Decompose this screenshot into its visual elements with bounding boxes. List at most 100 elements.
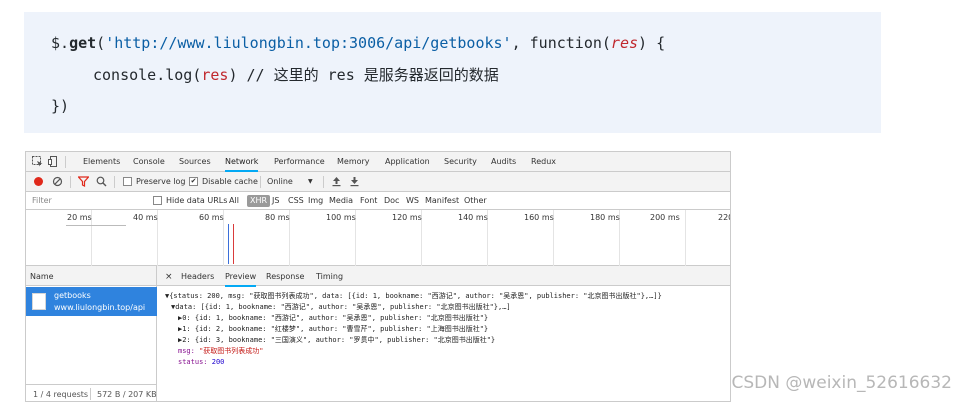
code-line-1: $.get('http://www.liulongbin.top:3006/ap…	[51, 33, 665, 53]
json-item-line[interactable]: ▶0: {id: 1, bookname: "西游记", author: "吴承…	[178, 313, 488, 324]
export-har-icon[interactable]	[349, 176, 360, 187]
code-token: $.	[51, 34, 70, 52]
tab-audits[interactable]: Audits	[491, 157, 516, 167]
tab-security[interactable]: Security	[444, 157, 477, 167]
divider	[70, 176, 71, 188]
filter-type-js[interactable]: JS	[272, 196, 279, 206]
json-status-line: status: 200	[178, 357, 224, 368]
divider	[323, 176, 324, 188]
code-url: http://www.liulongbin.top:3006/api/getbo…	[114, 34, 503, 52]
import-har-icon[interactable]	[331, 176, 342, 187]
grid-line	[685, 210, 686, 266]
divider	[260, 176, 261, 188]
code-comment: ) // 这里的 res 是服务器返回的数据	[228, 66, 499, 84]
network-status-bar: 1 / 4 requests 572 B / 207 KB	[26, 384, 157, 401]
filter-type-media[interactable]: Media	[329, 196, 353, 206]
code-arg: res	[201, 66, 229, 84]
chevron-down-icon[interactable]: ▼	[308, 177, 313, 187]
throttle-select[interactable]: Online	[267, 177, 293, 187]
timeline-tick: 140 ms	[458, 213, 488, 222]
code-token: ) {	[638, 34, 666, 52]
preserve-log-checkbox[interactable]	[123, 177, 132, 186]
tab-console[interactable]: Console	[133, 157, 165, 167]
json-key: msg:	[178, 347, 195, 355]
record-icon[interactable]	[34, 177, 43, 186]
request-row[interactable]: getbooks www.liulongbin.top/api	[26, 287, 157, 316]
timeline-tick: 200 ms	[650, 213, 680, 222]
timeline-tick: 80 ms	[265, 213, 290, 222]
divider	[114, 176, 115, 188]
divider	[65, 156, 66, 168]
timeline-waterfall-bar	[66, 225, 126, 226]
json-data-line[interactable]: ▼data: [{id: 1, bookname: "西游记", author:…	[171, 302, 511, 313]
tab-sources[interactable]: Sources	[179, 157, 211, 167]
disable-cache-checkbox[interactable]: ✔	[189, 177, 198, 186]
timeline-tick: 220	[718, 213, 730, 222]
close-icon[interactable]: ×	[165, 272, 173, 282]
tab-redux[interactable]: Redux	[531, 157, 556, 167]
filter-type-xhr[interactable]: XHR	[247, 195, 271, 207]
filter-type-other[interactable]: Other	[464, 196, 487, 206]
filter-icon[interactable]	[77, 176, 90, 187]
inspect-element-icon[interactable]	[32, 156, 43, 167]
name-column-header[interactable]: Name	[26, 266, 156, 286]
device-toolbar-icon[interactable]	[48, 156, 59, 167]
request-detail-panel: × Headers Preview Response Timing ▼{stat…	[157, 266, 730, 401]
tab-elements[interactable]: Elements	[83, 157, 120, 167]
code-token: (	[96, 34, 106, 52]
filter-type-doc[interactable]: Doc	[384, 196, 399, 206]
devtools-panel: Elements Console Sources Network Perform…	[25, 151, 731, 402]
hide-data-urls-checkbox[interactable]	[153, 196, 162, 205]
hide-data-urls-label: Hide data URLs	[166, 196, 228, 205]
timeline-tick: 40 ms	[133, 213, 158, 222]
tab-network[interactable]: Network	[225, 157, 259, 172]
json-string-value: "获取图书列表成功"	[199, 347, 264, 355]
code-token: console.log(	[93, 66, 202, 84]
filter-type-css[interactable]: CSS	[288, 196, 304, 206]
devtools-tab-bar: Elements Console Sources Network Perform…	[26, 152, 730, 172]
json-number-value: 200	[211, 358, 225, 366]
preserve-log-label: Preserve log	[136, 177, 186, 186]
filter-type-ws[interactable]: WS	[406, 196, 419, 206]
tab-timing[interactable]: Timing	[316, 272, 343, 282]
timeline-tick: 180 ms	[590, 213, 620, 222]
filter-type-font[interactable]: Font	[360, 196, 377, 206]
tab-performance[interactable]: Performance	[274, 157, 325, 167]
clear-icon[interactable]	[52, 176, 63, 187]
request-count: 1 / 4 requests	[33, 390, 89, 399]
tab-response[interactable]: Response	[266, 272, 304, 282]
timeline-tick: 120 ms	[392, 213, 422, 222]
timeline-tick: 60 ms	[199, 213, 224, 222]
request-list: Name getbooks www.liulongbin.top/api 1 /…	[26, 266, 157, 401]
transfer-size: 572 B / 207 KB	[97, 390, 157, 399]
filter-bar: Filter Hide data URLs All XHR JS CSS Img…	[26, 192, 730, 210]
timeline-overview[interactable]: 20 ms 40 ms 60 ms 80 ms 100 ms 120 ms 14…	[26, 210, 730, 266]
watermark: CSDN @weixin_52616632	[731, 373, 952, 393]
code-token: '	[502, 34, 512, 52]
timeline-tick: 160 ms	[524, 213, 554, 222]
timeline-tick: 100 ms	[326, 213, 356, 222]
filter-type-img[interactable]: Img	[308, 196, 323, 206]
detail-tab-bar: × Headers Preview Response Timing	[157, 266, 730, 287]
disable-cache-label: Disable cache	[202, 177, 258, 186]
filter-input[interactable]: Filter	[32, 196, 52, 206]
search-icon[interactable]	[96, 176, 107, 187]
json-item-line[interactable]: ▶2: {id: 3, bookname: "三国演义", author: "罗…	[178, 335, 495, 346]
code-param: res	[610, 34, 639, 52]
network-toolbar: Preserve log ✔ Disable cache Online ▼	[26, 172, 730, 192]
json-key: status:	[178, 358, 208, 366]
code-token: get	[69, 34, 97, 52]
filter-type-manifest[interactable]: Manifest	[425, 196, 459, 206]
tab-preview[interactable]: Preview	[225, 272, 257, 287]
filter-type-all[interactable]: All	[229, 196, 239, 206]
timeline-tick: 20 ms	[67, 213, 92, 222]
request-name: getbooks	[54, 291, 91, 300]
tab-memory[interactable]: Memory	[337, 157, 370, 167]
tab-headers[interactable]: Headers	[181, 272, 214, 282]
load-event-marker	[233, 224, 234, 264]
json-root-line[interactable]: ▼{status: 200, msg: "获取图书列表成功", data: [{…	[165, 291, 662, 302]
code-token: '	[105, 34, 115, 52]
name-header-label: Name	[30, 272, 54, 281]
json-item-line[interactable]: ▶1: {id: 2, bookname: "红楼梦", author: "曹雪…	[178, 324, 488, 335]
tab-application[interactable]: Application	[385, 157, 430, 167]
